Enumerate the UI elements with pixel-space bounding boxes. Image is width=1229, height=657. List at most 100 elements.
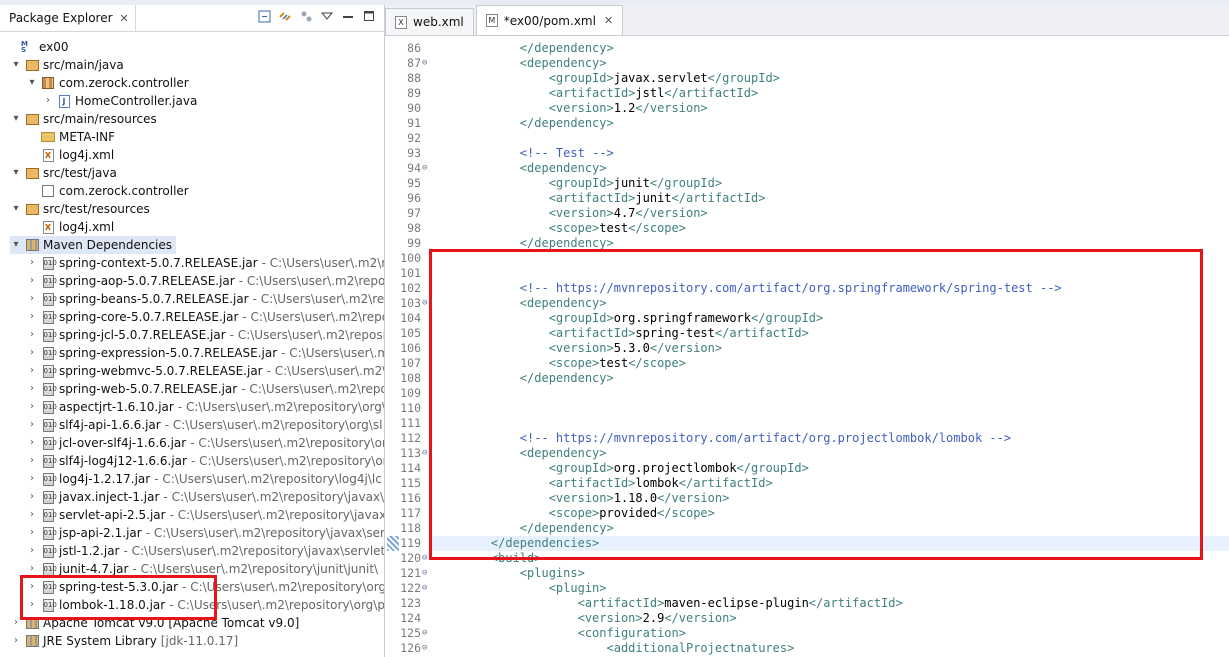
chevron-right-icon[interactable]: ›: [26, 254, 38, 272]
tree-item[interactable]: › 010 lombok-1.18.0.jar - C:\Users\user\.m2…: [26, 596, 384, 614]
fold-toggle-icon[interactable]: ⊖: [422, 626, 427, 641]
tree-item[interactable]: ▾ src/test/java: [10, 164, 116, 182]
chevron-right-icon[interactable]: ›: [26, 542, 38, 560]
tree-item[interactable]: › 010 junit-4.7.jar - C:\Users\user\.m2\rep…: [26, 560, 378, 578]
expand-down-icon[interactable]: ▾: [10, 200, 22, 218]
tree-item-path: - C:\Users\user\.m2\repository\org\: [182, 580, 385, 594]
fold-toggle-icon[interactable]: ⊖: [422, 551, 427, 566]
editor-area: Xweb.xml M *ex00/pom.xml ✕ 86 </dependency>…: [385, 5, 1229, 657]
code-line: <version>1.2</version>: [462, 101, 708, 116]
code-line: <artifactId>jstl</artifactId>: [462, 86, 759, 101]
line-number: 114: [400, 461, 421, 475]
code-line: <!-- https://mvnrepository.com/artifact/…: [462, 281, 1062, 296]
close-icon[interactable]: ✕: [120, 12, 129, 25]
xml-tag: <plugins>: [462, 566, 585, 580]
fold-toggle-icon[interactable]: ⊖: [422, 56, 427, 71]
chevron-right-icon[interactable]: ›: [26, 560, 38, 578]
fold-toggle-icon[interactable]: ⊖: [422, 581, 427, 596]
maximize-icon[interactable]: [362, 9, 376, 23]
tree-item[interactable]: › 010 servlet-api-2.5.jar - C:\Users\user\.…: [26, 506, 384, 524]
chevron-right-icon[interactable]: ›: [10, 614, 22, 632]
xml-tag: </scope>: [628, 356, 686, 370]
chevron-right-icon[interactable]: ›: [26, 416, 38, 434]
tree-item[interactable]: M S ex00: [6, 38, 69, 56]
line-number: 101: [400, 266, 421, 280]
chevron-right-icon[interactable]: ›: [26, 362, 38, 380]
link-with-editor-icon[interactable]: [278, 9, 292, 23]
chevron-right-icon[interactable]: ›: [42, 92, 54, 110]
tree-item[interactable]: › 010 spring-expression-5.0.7.RELEASE.jar -…: [26, 344, 384, 362]
expand-down-icon[interactable]: ▾: [10, 110, 22, 128]
tree-item[interactable]: › Apache Tomcat v9.0 [Apache Tomcat v9.0]: [10, 614, 299, 632]
chevron-right-icon[interactable]: ›: [26, 506, 38, 524]
chevron-right-icon[interactable]: ›: [10, 632, 22, 650]
tree-item[interactable]: Xlog4j.xml: [26, 218, 114, 236]
focus-icon[interactable]: [299, 9, 313, 23]
tree-item[interactable]: › 010 javax.inject-1.jar - C:\Users\user\.m…: [26, 488, 384, 506]
chevron-right-icon[interactable]: ›: [26, 524, 38, 542]
tree-item[interactable]: › 010 log4j-1.2.17.jar - C:\Users\user\.m2\…: [26, 470, 382, 488]
tree-item[interactable]: › 010 jsp-api-2.1.jar - C:\Users\user\.m2\r…: [26, 524, 384, 542]
xml-tag: <groupId>: [462, 71, 614, 85]
chevron-right-icon[interactable]: ›: [26, 272, 38, 290]
fold-toggle-icon[interactable]: ⊖: [422, 641, 427, 656]
tree-item[interactable]: ▾ src/test/resources: [10, 200, 149, 218]
close-icon[interactable]: ✕: [604, 14, 613, 27]
tree-item[interactable]: com.zerock.controller: [26, 182, 189, 200]
tree-item[interactable]: ▾ Maven Dependencies: [10, 236, 177, 254]
jar-icon: 010: [40, 364, 57, 378]
tree-item[interactable]: › 010 aspectjrt-1.6.10.jar - C:\Users\user\…: [26, 398, 384, 416]
tree-item[interactable]: › 010 spring-test-5.3.0.jar - C:\Users\user…: [26, 578, 385, 596]
collapse-all-icon[interactable]: [257, 9, 271, 23]
tree-item[interactable]: › 010 spring-context-5.0.7.RELEASE.jar - C:…: [26, 254, 384, 272]
line-number: 105: [400, 326, 421, 340]
tree-item[interactable]: ▾ com.zerock.controller: [26, 74, 188, 92]
editor-tab[interactable]: Xweb.xml: [385, 8, 474, 35]
tree-item[interactable]: › 010 spring-core-5.0.7.RELEASE.jar - C:\Us…: [26, 308, 384, 326]
minimize-icon[interactable]: [341, 9, 355, 23]
tree-item[interactable]: Xlog4j.xml: [26, 146, 114, 164]
expand-down-icon[interactable]: ▾: [26, 74, 38, 92]
chevron-right-icon[interactable]: ›: [26, 380, 38, 398]
tree-item[interactable]: › 010 slf4j-log4j12-1.6.6.jar - C:\Users\us…: [26, 452, 384, 470]
tree-item[interactable]: › J HomeController.java: [42, 92, 197, 110]
chevron-right-icon[interactable]: ›: [26, 398, 38, 416]
chevron-right-icon[interactable]: ›: [26, 326, 38, 344]
chevron-right-icon[interactable]: ›: [26, 290, 38, 308]
view-menu-icon[interactable]: [320, 9, 334, 23]
editor-tab[interactable]: M *ex00/pom.xml ✕: [475, 5, 624, 35]
jar-icon: 010: [40, 256, 57, 270]
chevron-right-icon[interactable]: ›: [26, 452, 38, 470]
tree-item[interactable]: META-INF: [26, 128, 115, 146]
chevron-right-icon[interactable]: ›: [26, 488, 38, 506]
fold-toggle-icon[interactable]: ⊖: [422, 566, 427, 581]
tree-item[interactable]: ▾ src/main/resources: [10, 110, 156, 128]
tree-item[interactable]: › 010 jstl-1.2.jar - C:\Users\user\.m2\repo…: [26, 542, 384, 560]
chevron-right-icon[interactable]: ›: [26, 470, 38, 488]
tree-item[interactable]: › 010 spring-aop-5.0.7.RELEASE.jar - C:\Use…: [26, 272, 384, 290]
chevron-right-icon[interactable]: ›: [26, 434, 38, 452]
chevron-right-icon[interactable]: ›: [26, 344, 38, 362]
pom-xml-editor[interactable]: 86 </dependency> 87 ⊖ <dependency> 88 <grou…: [385, 36, 1229, 657]
tree-item[interactable]: › 010 spring-jcl-5.0.7.RELEASE.jar - C:\Use…: [26, 326, 384, 344]
expand-down-icon[interactable]: ▾: [10, 164, 22, 182]
fold-toggle-icon[interactable]: ⊖: [422, 446, 427, 461]
tree-item[interactable]: › 010 jcl-over-slf4j-1.6.6.jar - C:\Users\u…: [26, 434, 384, 452]
package-explorer-tab[interactable]: Package Explorer ✕: [0, 5, 136, 31]
tree-item[interactable]: › 010 spring-web-5.0.7.RELEASE.jar - C:\Use…: [26, 380, 384, 398]
xml-tag: <artifactId>: [462, 86, 636, 100]
chevron-right-icon[interactable]: ›: [26, 596, 38, 614]
tree-item[interactable]: › 010 spring-webmvc-5.0.7.RELEASE.jar - C:\…: [26, 362, 384, 380]
expand-down-icon[interactable]: ▾: [10, 56, 22, 74]
expand-down-icon[interactable]: ▾: [10, 236, 22, 254]
fold-toggle-icon[interactable]: ⊖: [422, 161, 427, 176]
code-line: <plugins>: [462, 566, 585, 581]
tree-item[interactable]: › 010 spring-beans-5.0.7.RELEASE.jar - C:\U…: [26, 290, 384, 308]
tree-item-path: - C:\Users\user\.m2\re: [266, 364, 384, 378]
tree-item[interactable]: › 010 slf4j-api-1.6.6.jar - C:\Users\user\.…: [26, 416, 382, 434]
tree-item[interactable]: › JRE System Library [jdk-11.0.17]: [10, 632, 238, 650]
chevron-right-icon[interactable]: ›: [26, 578, 38, 596]
fold-toggle-icon[interactable]: ⊖: [422, 296, 427, 311]
tree-item[interactable]: ▾ src/main/java: [10, 56, 123, 74]
chevron-right-icon[interactable]: ›: [26, 308, 38, 326]
